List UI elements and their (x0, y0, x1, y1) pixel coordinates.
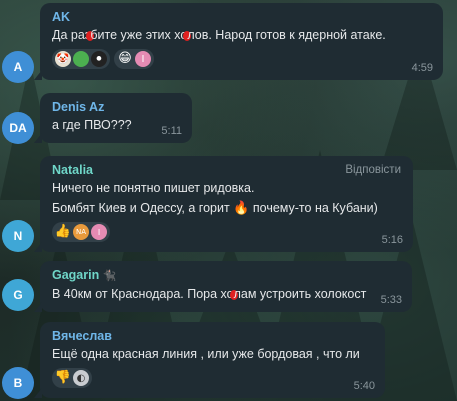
sender-name[interactable]: Вячеслав (52, 328, 373, 344)
reactions: 👎 ◐ (52, 368, 373, 388)
black-cat-icon: 🐈‍⬛ (102, 270, 117, 282)
thumbs-up-icon: 👍 (54, 224, 72, 239)
timestamp: 4:59 (411, 62, 433, 74)
profile-photo-icon: ◐ (73, 370, 89, 386)
grinning-face-icon: 😁 (118, 51, 132, 66)
sender-name[interactable]: Gagarin 🐈‍⬛ (52, 267, 400, 284)
avatar[interactable]: A (2, 51, 34, 83)
message-text: Да разбите уже этих холов. Народ готов к… (52, 25, 431, 45)
message-text: В 40км от Краснодара. Пора холам устроит… (52, 284, 400, 304)
message-bubble[interactable]: Вячеслав Ещё одна красная линия , или уж… (34, 322, 385, 398)
timestamp: 5:40 (353, 380, 375, 392)
message-text-part: В 40км от Краснодара. Пора хо (52, 287, 234, 301)
reply-button[interactable]: Відповісти (345, 164, 401, 176)
reaction-chip[interactable]: 😁 I (114, 49, 154, 69)
sticker-icon (73, 51, 89, 67)
reactions: 🤡 ⚫ 😁 I (52, 49, 431, 69)
clown-face-icon: 🤡 (55, 51, 71, 67)
avatar[interactable]: G (2, 279, 34, 311)
reactor-avatar: I (91, 224, 107, 240)
sender-name[interactable]: Denis Az (52, 99, 180, 115)
fire-icon: 🔥 (233, 200, 250, 215)
message-bubble[interactable]: Gagarin 🐈‍⬛ В 40км от Краснодара. Пора х… (34, 261, 412, 312)
sender-name[interactable]: AK (52, 9, 431, 25)
timestamp: 5:33 (380, 294, 402, 306)
timestamp: 5:11 (161, 125, 182, 137)
timestamp: 5:16 (381, 234, 403, 246)
reactions: 👍 NA I (52, 222, 401, 242)
message-text-line: Ничего не понятно пишет ридовка. (52, 181, 255, 195)
avatar[interactable]: N (2, 220, 34, 252)
message-text-part: бите уже этих хо (90, 28, 188, 42)
message-bubble[interactable]: AK Да разбите уже этих холов. Народ гото… (34, 3, 443, 80)
sender-name-text: Gagarin (52, 268, 100, 282)
avatar-initials: A (13, 60, 23, 74)
reaction-chip[interactable]: 👎 ◐ (52, 368, 92, 388)
thumbs-down-icon: 👎 (54, 370, 72, 385)
message-text: Ещё одна красная линия , или уже бордова… (52, 347, 360, 361)
message-text-line: Бомбят Киев и Одессу, а горит 🔥 почему-т… (52, 198, 401, 218)
reactor-avatar: NA (73, 224, 89, 240)
avatar-initials: DA (9, 121, 27, 135)
message-bubble[interactable]: Denis Az а где ПВО??? 5:11 (34, 93, 192, 143)
avatar[interactable]: DA (2, 112, 34, 144)
message-bubble[interactable]: Natalia Відповісти Ничего не понятно пиш… (34, 156, 413, 252)
avatar-initials: N (13, 229, 23, 243)
avatar-initials: В (13, 376, 23, 390)
message-text-part: Бомбят Киев и Одессу, а горит (52, 201, 230, 215)
reaction-chip[interactable]: 👍 NA I (52, 222, 110, 242)
message-text-part: лам устроить холокост (233, 287, 367, 301)
message-text-part: почему-то на Кубани) (252, 201, 378, 215)
avatar[interactable]: В (2, 367, 34, 399)
message-text-part: лов. Народ готов к ядерной атаке. (187, 28, 386, 42)
reaction-chip[interactable]: 🤡 ⚫ (52, 49, 110, 69)
avatar-initials: G (13, 288, 23, 302)
sticker-icon: ⚫ (91, 51, 107, 67)
message-text-part: Да раз (52, 28, 91, 42)
pink-avatar-icon: I (135, 51, 151, 67)
